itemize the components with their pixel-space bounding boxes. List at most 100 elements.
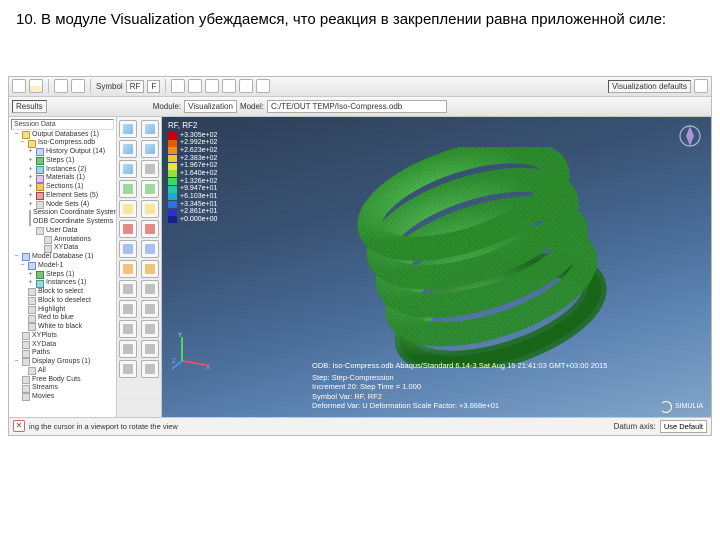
plot-deformed-icon[interactable]	[119, 140, 137, 158]
shaded-icon[interactable]	[141, 120, 159, 138]
legend-entry: +9.947e+01	[168, 185, 217, 193]
tool-icon[interactable]	[256, 79, 270, 93]
tree-item[interactable]: Block to deselect	[11, 297, 114, 306]
tree-item[interactable]: +Instances (1)	[11, 279, 114, 288]
dismiss-icon[interactable]: ✕	[13, 420, 25, 432]
status-deformed-var: Deformed Var: U Deformation Scale Factor…	[312, 401, 607, 410]
context-bar: Results Module: Visualization Model: C:/…	[9, 97, 711, 117]
model-tree[interactable]: Session Data −Output Databases (1)−Iso-C…	[9, 117, 117, 417]
tree-item[interactable]: −Model Database (1)	[11, 253, 114, 262]
wireframe-icon[interactable]	[141, 140, 159, 158]
tree-item[interactable]: +Instances (2)	[11, 166, 114, 175]
legend-entry: +1.967e+02	[168, 162, 217, 170]
symbol-label: Symbol	[96, 82, 123, 91]
tree-item[interactable]: −Display Groups (1)	[11, 358, 114, 367]
legend-entry: +2.383e+02	[168, 155, 217, 163]
print-icon[interactable]	[29, 79, 43, 93]
tree-root: Session Data	[11, 119, 114, 130]
separator	[48, 79, 49, 93]
report-icon[interactable]	[119, 300, 137, 318]
field-output-icon[interactable]	[119, 280, 137, 298]
tool-icon[interactable]	[222, 79, 236, 93]
axis-triad: X Y Z	[172, 331, 212, 371]
tool-icon[interactable]	[171, 79, 185, 93]
plot-symbols-icon[interactable]	[119, 180, 137, 198]
tree-item[interactable]: User Data	[11, 227, 114, 236]
common-options-icon[interactable]	[119, 220, 137, 238]
tree-item[interactable]: ODB Coordinate Systems	[11, 218, 114, 227]
message-bar: ✕ ing the cursor in a viewport to rotate…	[9, 417, 711, 435]
status-increment: Increment 20: Step Time = 1.000	[312, 382, 607, 391]
legend-entry: +6.103e+01	[168, 193, 217, 201]
overlay-icon[interactable]	[119, 200, 137, 218]
svg-text:Y: Y	[178, 333, 182, 339]
tree-item[interactable]: Highlight	[11, 306, 114, 315]
model-path-dropdown[interactable]: C:/TE/OUT TEMP/Iso-Compress.odb	[267, 100, 447, 113]
tree-item[interactable]: −Output Databases (1)	[11, 131, 114, 140]
datum-dropdown[interactable]: Use Default	[660, 420, 707, 433]
animate-icon[interactable]	[119, 240, 137, 258]
tree-item[interactable]: +Steps (1)	[11, 157, 114, 166]
component-dropdown[interactable]: F	[147, 80, 160, 93]
tool-icon[interactable]	[188, 79, 202, 93]
tree-item[interactable]: Session Coordinate Systems	[11, 209, 114, 218]
tree-item[interactable]: Movies	[11, 393, 114, 402]
plot-undeformed-icon[interactable]	[119, 120, 137, 138]
tree-item[interactable]: +Materials (1)	[11, 174, 114, 183]
tree-item[interactable]: Paths	[11, 349, 114, 358]
redo-icon[interactable]	[71, 79, 85, 93]
results-button[interactable]: Results	[12, 100, 47, 113]
xy-plot-icon[interactable]	[141, 260, 159, 278]
display-group-icon[interactable]	[141, 220, 159, 238]
node-symbols-icon[interactable]	[141, 180, 159, 198]
path-icon[interactable]	[141, 340, 159, 358]
free-body-icon[interactable]	[119, 340, 137, 358]
apply-icon[interactable]	[694, 79, 708, 93]
tree-item[interactable]: Block to select	[11, 288, 114, 297]
material-orient-icon[interactable]	[141, 200, 159, 218]
odb-display-icon[interactable]	[119, 360, 137, 378]
tree-item[interactable]: Annotations	[11, 236, 114, 245]
plot-contours-icon[interactable]	[119, 160, 137, 178]
tree-item[interactable]: +Node Sets (4)	[11, 201, 114, 210]
module-dropdown[interactable]: Visualization	[184, 100, 237, 113]
undo-icon[interactable]	[54, 79, 68, 93]
separator	[90, 79, 91, 93]
tree-item[interactable]: Free Body Cuts	[11, 376, 114, 385]
display-defaults-dropdown[interactable]: Visualization defaults	[608, 80, 691, 93]
abaqus-window: Symbol RF F Visualization defaults Resul…	[8, 76, 712, 436]
tree-item[interactable]: −Model-1	[11, 262, 114, 271]
tree-item[interactable]: +Element Sets (5)	[11, 192, 114, 201]
status-step: Step: Step-Compression	[312, 373, 607, 382]
legend-entry: +2.992e+02	[168, 139, 217, 147]
tree-item[interactable]: +History Output (14)	[11, 148, 114, 157]
tree-item[interactable]: Streams	[11, 384, 114, 393]
open-icon[interactable]	[12, 79, 26, 93]
variable-dropdown[interactable]: RF	[126, 80, 145, 93]
animate-scale-icon[interactable]	[141, 240, 159, 258]
view-compass-icon[interactable]	[677, 123, 703, 149]
tree-item[interactable]: White to black	[11, 323, 114, 332]
tool-icon[interactable]	[239, 79, 253, 93]
tree-item[interactable]: −Iso-Compress.odb	[11, 139, 114, 148]
tree-item[interactable]: All	[11, 367, 114, 376]
vertical-toolbox	[117, 117, 162, 417]
xy-data-icon[interactable]	[119, 260, 137, 278]
stream-icon[interactable]	[141, 320, 159, 338]
options-icon[interactable]	[141, 360, 159, 378]
probe-values-icon[interactable]	[141, 280, 159, 298]
view-cut-icon[interactable]	[119, 320, 137, 338]
overlay-plot-icon[interactable]	[141, 160, 159, 178]
tree-item[interactable]: +Sections (1)	[11, 183, 114, 192]
tool-icon[interactable]	[205, 79, 219, 93]
tree-item[interactable]: XYPlots	[11, 332, 114, 341]
legend-entry: +1.326e+02	[168, 178, 217, 186]
tree-item[interactable]: XYData	[11, 341, 114, 350]
tree-item[interactable]: Red to blue	[11, 314, 114, 323]
query-icon[interactable]	[141, 300, 159, 318]
tree-item[interactable]: XYData	[11, 244, 114, 253]
viewport[interactable]: RF, RF2 +3.305e+02+2.992e+02+2.623e+02+2…	[162, 117, 711, 417]
tree-item[interactable]: +Steps (1)	[11, 271, 114, 280]
svg-text:Z: Z	[172, 359, 176, 365]
legend-title: RF, RF2	[168, 121, 217, 130]
